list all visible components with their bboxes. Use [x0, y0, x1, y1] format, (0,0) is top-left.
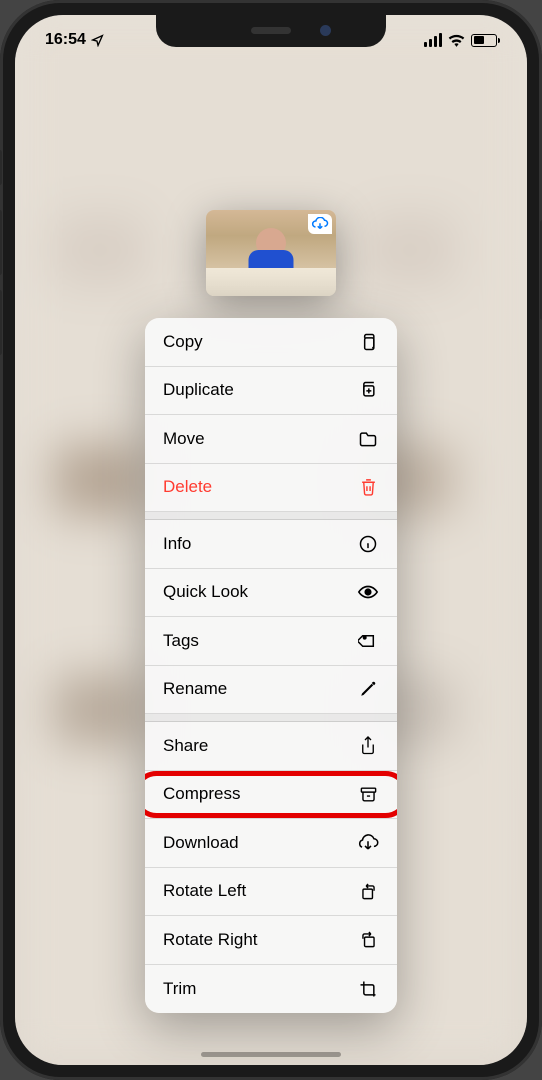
menu-item-share[interactable]: Share	[145, 722, 397, 771]
battery-icon	[471, 34, 497, 47]
menu-item-label: Rename	[163, 679, 227, 699]
info-icon	[357, 533, 379, 555]
menu-item-label: Trim	[163, 979, 196, 999]
file-preview-thumbnail[interactable]	[206, 210, 336, 296]
folder-icon	[357, 428, 379, 450]
menu-item-label: Move	[163, 429, 205, 449]
location-icon	[91, 34, 104, 47]
download-cloud-icon	[357, 832, 379, 854]
crop-icon	[357, 978, 379, 1000]
clock: 16:54	[45, 31, 86, 49]
volume-up-button	[0, 210, 2, 275]
wifi-icon	[448, 34, 465, 47]
cellular-signal-icon	[424, 33, 442, 47]
cloud-download-badge	[308, 214, 332, 234]
menu-item-label: Quick Look	[163, 582, 248, 602]
menu-item-info[interactable]: Info	[145, 520, 397, 569]
status-left: 16:54	[45, 31, 104, 49]
menu-item-label: Download	[163, 833, 239, 853]
context-menu: Copy Duplicate Move Delete Info Quick Look Tag…	[145, 318, 397, 1013]
device-notch	[156, 15, 386, 47]
menu-separator	[145, 714, 397, 722]
duplicate-icon	[357, 379, 379, 401]
menu-item-rename[interactable]: Rename	[145, 666, 397, 715]
menu-item-label: Rotate Right	[163, 930, 258, 950]
menu-separator	[145, 512, 397, 520]
screen: 16:54	[15, 15, 527, 1065]
menu-item-label: Info	[163, 534, 191, 554]
menu-item-label: Duplicate	[163, 380, 234, 400]
pencil-icon	[357, 678, 379, 700]
menu-item-label: Delete	[163, 477, 212, 497]
menu-item-label: Rotate Left	[163, 881, 246, 901]
status-right	[424, 33, 497, 47]
menu-item-compress[interactable]: Compress	[145, 771, 397, 820]
menu-item-trim[interactable]: Trim	[145, 965, 397, 1014]
rotate-left-icon	[357, 880, 379, 902]
menu-item-rotateright[interactable]: Rotate Right	[145, 916, 397, 965]
menu-item-download[interactable]: Download	[145, 819, 397, 868]
menu-item-quicklook[interactable]: Quick Look	[145, 569, 397, 618]
home-indicator[interactable]	[201, 1052, 341, 1057]
menu-item-label: Tags	[163, 631, 199, 651]
menu-item-rotateleft[interactable]: Rotate Left	[145, 868, 397, 917]
phone-frame: 16:54	[0, 0, 542, 1080]
menu-item-label: Compress	[163, 784, 240, 804]
silent-switch	[0, 150, 2, 185]
archive-icon	[357, 783, 379, 805]
volume-down-button	[0, 290, 2, 355]
eye-icon	[357, 581, 379, 603]
menu-item-move[interactable]: Move	[145, 415, 397, 464]
share-icon	[357, 735, 379, 757]
copy-icon	[357, 331, 379, 353]
menu-item-duplicate[interactable]: Duplicate	[145, 367, 397, 416]
tag-icon	[357, 630, 379, 652]
navigation-bar-blurred	[15, 60, 527, 110]
trash-icon	[357, 476, 379, 498]
menu-item-delete[interactable]: Delete	[145, 464, 397, 513]
menu-item-tags[interactable]: Tags	[145, 617, 397, 666]
rotate-right-icon	[357, 929, 379, 951]
menu-item-copy[interactable]: Copy	[145, 318, 397, 367]
menu-item-label: Share	[163, 736, 208, 756]
menu-item-label: Copy	[163, 332, 203, 352]
